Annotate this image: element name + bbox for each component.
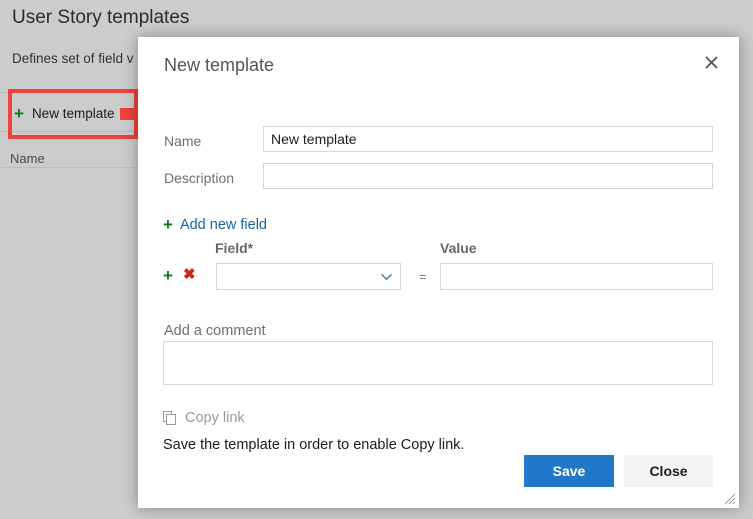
field-select-dropdown[interactable] [216,263,401,290]
copy-link-label: Copy link [185,410,245,426]
add-new-field-button[interactable]: + Add new field [163,216,267,233]
row-delete-x-icon[interactable]: ✖ [183,267,196,282]
page-subtitle: Defines set of field v [12,51,134,66]
value-column-header: Value [440,240,477,256]
name-label: Name [164,133,202,149]
copy-link-button: Copy link [163,410,245,426]
copy-link-hint: Save the template in order to enable Cop… [163,437,465,453]
chevron-down-icon [381,273,392,280]
row-add-plus-icon[interactable]: + [163,267,173,284]
cancel-button[interactable]: Close [624,455,713,487]
close-icon[interactable] [696,47,726,77]
equals-operator: = [419,269,427,284]
plus-icon: + [163,215,173,234]
annotation-highlight-box [8,89,138,139]
field-value-input[interactable] [440,263,713,290]
copy-icon [163,410,176,425]
description-label: Description [164,170,235,186]
comment-textarea[interactable] [163,341,713,385]
add-new-field-label: Add new field [179,216,267,233]
new-template-dialog: New template Name Description + Add new … [138,37,739,508]
field-column-header: Field* [215,240,254,256]
description-input[interactable] [263,163,713,189]
close-x-glyph [704,55,718,69]
list-column-header-name: Name [10,151,45,166]
save-button[interactable]: Save [524,455,614,487]
dialog-title: New template [164,55,275,75]
name-input[interactable] [263,126,713,152]
comment-label: Add a comment [164,323,266,339]
page-title: User Story templates [12,7,190,28]
resize-grip-icon[interactable] [724,493,736,505]
